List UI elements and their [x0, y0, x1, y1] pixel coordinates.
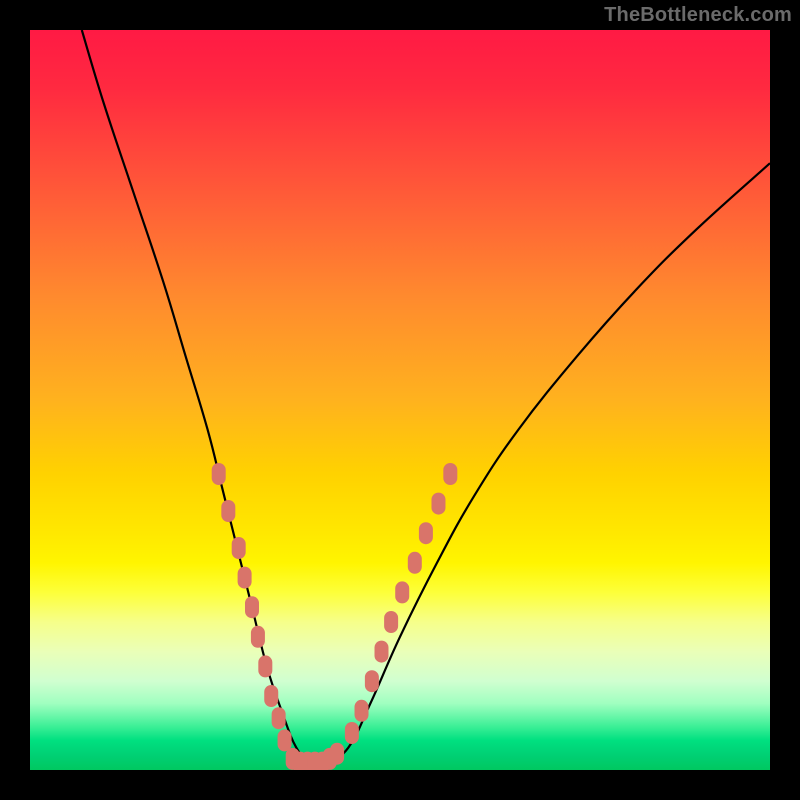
data-marker [330, 743, 344, 765]
data-marker [443, 463, 457, 485]
data-marker [395, 581, 409, 603]
data-marker [375, 641, 389, 663]
data-marker [408, 552, 422, 574]
data-marker [232, 537, 246, 559]
data-marker [431, 493, 445, 515]
data-marker [278, 729, 292, 751]
bottleneck-curve [82, 30, 770, 765]
data-marker [272, 707, 286, 729]
marker-group [212, 463, 458, 770]
data-marker [221, 500, 235, 522]
watermark-text: TheBottleneck.com [604, 4, 792, 27]
data-marker [365, 670, 379, 692]
data-marker [251, 626, 265, 648]
data-marker [419, 522, 433, 544]
data-marker [258, 655, 272, 677]
chart-frame: TheBottleneck.com [0, 0, 800, 800]
data-marker [238, 567, 252, 589]
data-marker [245, 596, 259, 618]
data-marker [212, 463, 226, 485]
data-marker [264, 685, 278, 707]
plot-area [30, 30, 770, 770]
data-marker [345, 722, 359, 744]
data-marker [384, 611, 398, 633]
data-marker [355, 700, 369, 722]
curve-layer [30, 30, 770, 770]
